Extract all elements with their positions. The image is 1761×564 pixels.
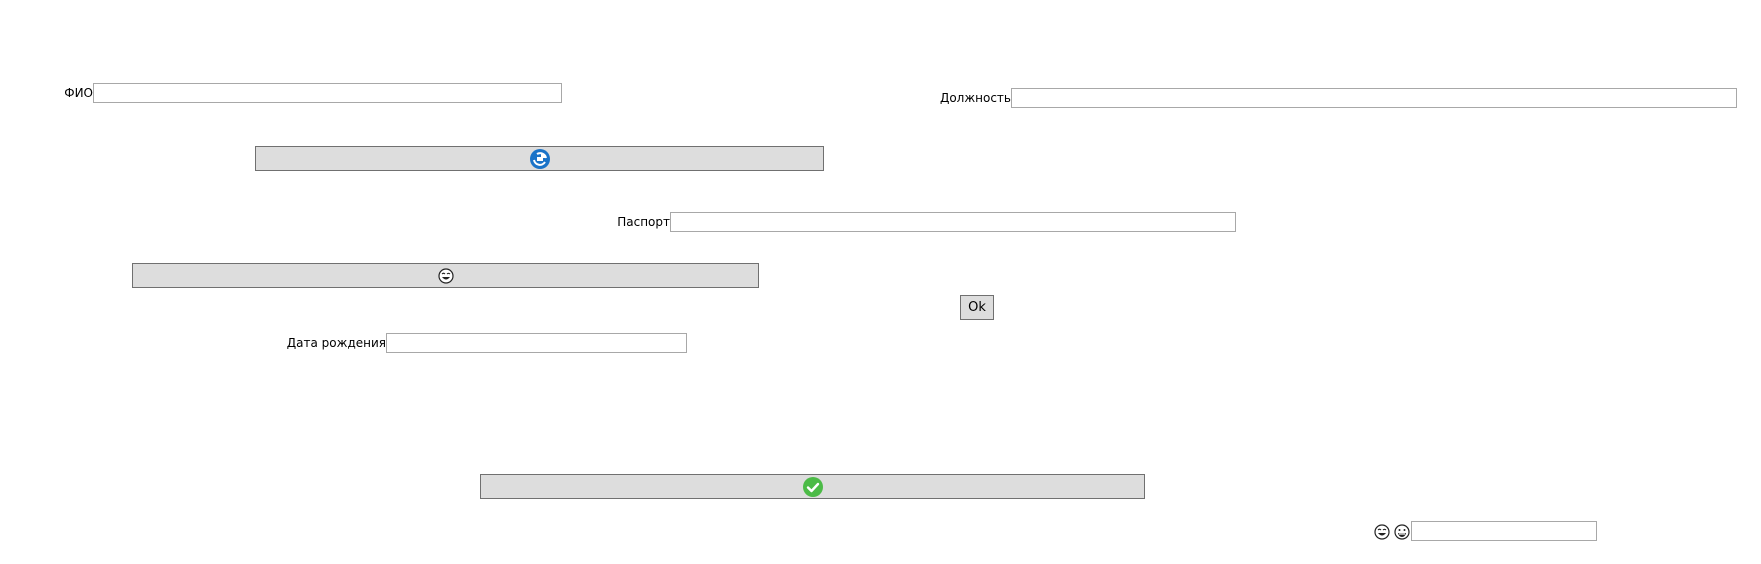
birthdate-label: Дата рождения	[286, 336, 386, 350]
fio-field[interactable]	[93, 83, 562, 103]
check-circle-icon	[802, 476, 824, 498]
laughing-face-icon	[437, 267, 454, 284]
emoji-button[interactable]	[132, 263, 759, 288]
passport-label: Паспорт	[617, 215, 670, 229]
sync-icon	[529, 148, 551, 170]
extra-field[interactable]	[1411, 521, 1597, 541]
passport-field[interactable]	[670, 212, 1236, 232]
ok-button[interactable]: Ok	[960, 295, 994, 320]
position-label: Должность	[939, 91, 1011, 105]
position-field[interactable]	[1011, 88, 1737, 108]
birthdate-field[interactable]	[386, 333, 687, 353]
sync-button[interactable]	[255, 146, 824, 171]
laughing-face-icon	[1374, 524, 1390, 540]
confirm-button[interactable]	[480, 474, 1145, 499]
fio-label: ФИО	[64, 86, 93, 100]
grinning-face-icon	[1394, 524, 1410, 540]
